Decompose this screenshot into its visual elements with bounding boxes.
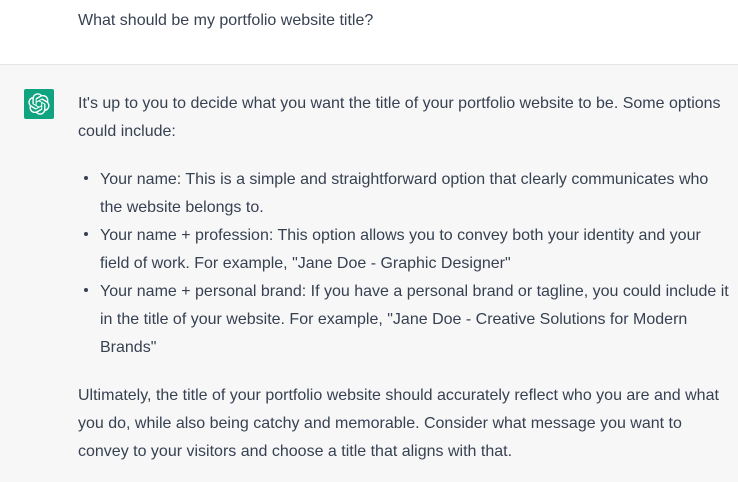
bullet-icon <box>84 176 88 180</box>
list-item-text: Your name: This is a simple and straight… <box>100 171 709 216</box>
user-message-text: What should be my portfolio website titl… <box>78 12 374 29</box>
list-item-text: Your name + personal brand: If you have … <box>100 283 729 356</box>
list-item-text: Your name + profession: This option allo… <box>100 227 701 272</box>
bullet-icon <box>84 232 88 236</box>
list-item: Your name: This is a simple and straight… <box>78 166 734 222</box>
intro-paragraph: It's up to you to decide what you want t… <box>78 95 721 140</box>
assistant-avatar <box>24 89 54 119</box>
list-item: Your name + personal brand: If you have … <box>78 278 734 362</box>
assistant-message-content: It's up to you to decide what you want t… <box>78 90 734 466</box>
conclusion-paragraph: Ultimately, the title of your portfolio … <box>78 387 719 460</box>
assistant-message: It's up to you to decide what you want t… <box>0 65 738 482</box>
title-options-list: Your name: This is a simple and straight… <box>78 166 734 362</box>
bullet-icon <box>84 288 88 292</box>
user-message: What should be my portfolio website titl… <box>0 0 738 65</box>
list-item: Your name + profession: This option allo… <box>78 222 734 278</box>
openai-logo-icon <box>28 93 50 115</box>
